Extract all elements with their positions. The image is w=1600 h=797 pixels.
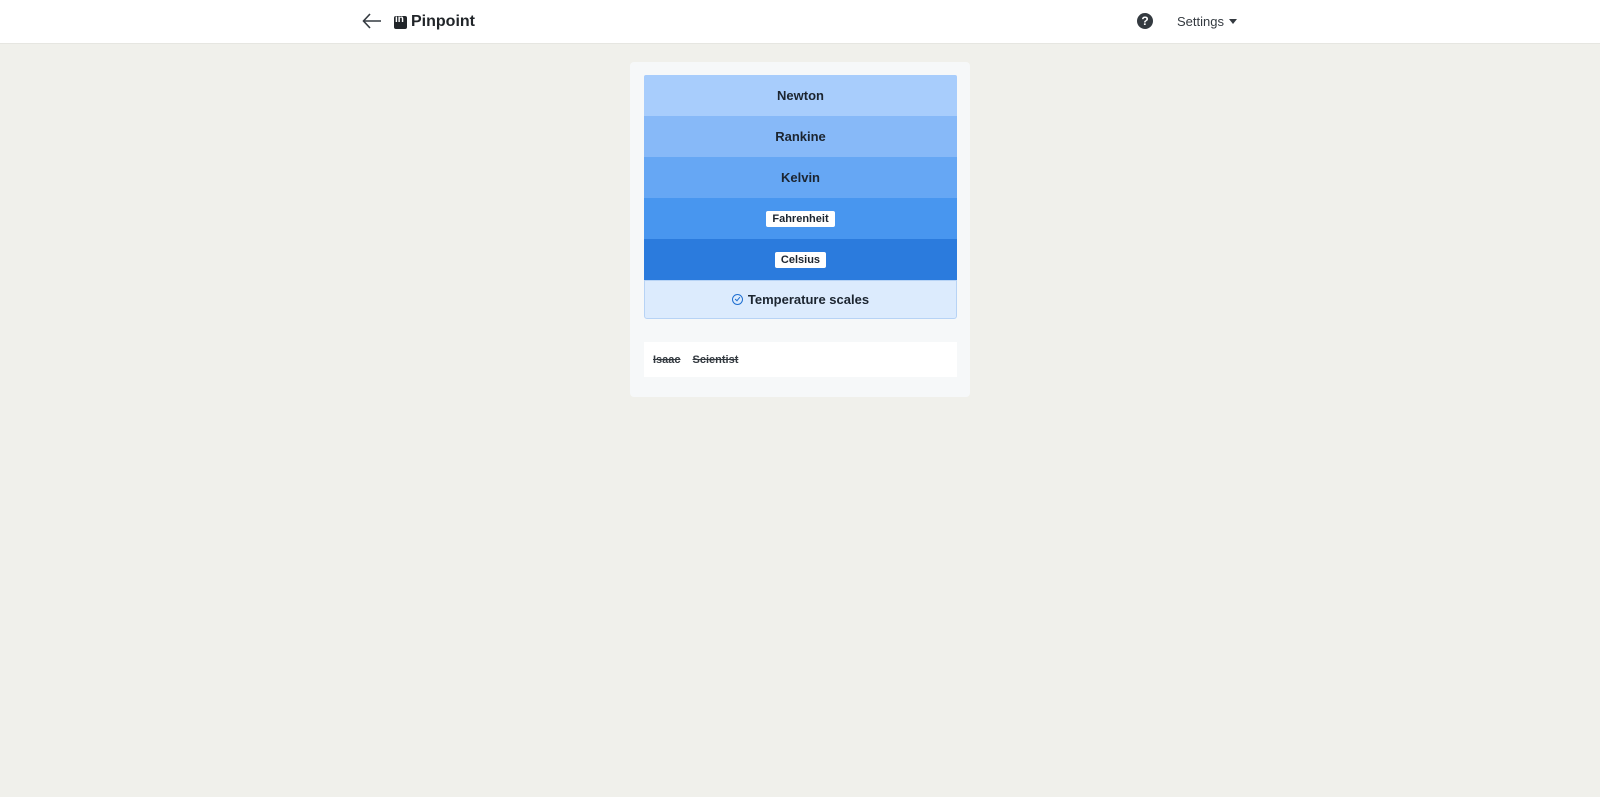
tier-label: Newton [777,88,824,103]
tier-stack: Newton Rankine Kelvin Fahrenheit Celsius… [644,75,957,319]
guess-word: Isaac [653,353,681,366]
top-navbar: Pinpoint ? Settings [0,0,1600,43]
tier-label: Kelvin [780,170,820,185]
check-circle-icon [731,294,743,305]
tier-kelvin[interactable]: Kelvin [644,157,957,198]
arrow-left-icon[interactable] [361,11,383,31]
puzzle-panel: Newton Rankine Kelvin Fahrenheit Celsius… [630,62,970,397]
linkedin-square-icon [394,14,407,29]
tier-tag: Fahrenheit [766,210,835,227]
tier-newton[interactable]: Newton [644,75,957,116]
tier-label: Rankine [775,129,826,144]
brand-name: Pinpoint [411,13,475,30]
guess-word: Scientist [692,353,739,366]
tier-tag: Celsius [774,251,827,268]
tier-celsius[interactable]: Celsius [644,239,957,280]
question-circle-icon[interactable]: ? [1137,13,1153,29]
settings-dropdown[interactable]: Settings [1177,14,1237,29]
tier-rankine[interactable]: Rankine [644,116,957,157]
category-answer: Temperature scales [644,280,957,319]
settings-label: Settings [1177,14,1224,29]
caret-down-icon [1228,19,1237,24]
category-label: Temperature scales [747,292,870,307]
brand-link[interactable]: Pinpoint [394,11,475,33]
guess-list: Isaac Scientist [644,342,957,377]
tier-fahrenheit[interactable]: Fahrenheit [644,198,957,239]
